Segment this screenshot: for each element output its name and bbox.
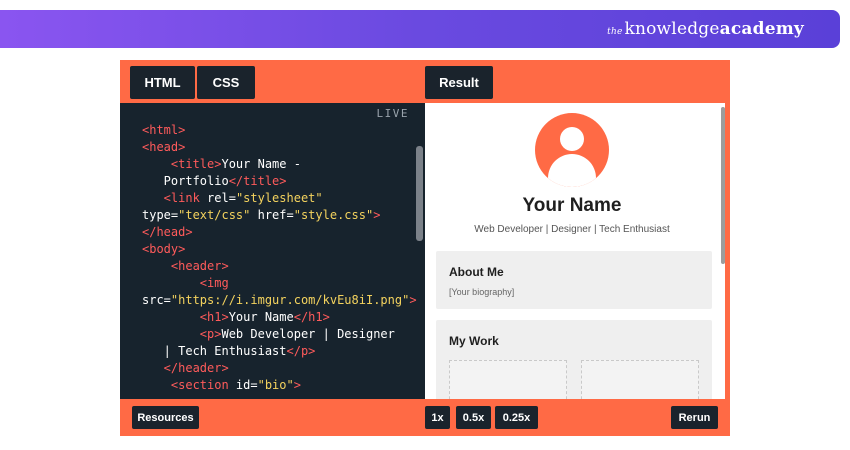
code-token: <section bbox=[142, 378, 236, 392]
code-token: > bbox=[409, 293, 417, 307]
speed-025x-button[interactable]: 0.25x bbox=[495, 406, 538, 429]
code-token: <header> bbox=[142, 259, 229, 273]
code-line: <title>Your Name - bbox=[142, 156, 417, 173]
code-token: > bbox=[293, 378, 301, 392]
brand-banner: the knowledgeacademy bbox=[0, 10, 840, 48]
code-token: "https://i.imgur.com/kvEu8iI.png" bbox=[170, 293, 410, 307]
code-line: <p>Web Developer | Designer bbox=[142, 326, 417, 343]
result-scrollbar[interactable] bbox=[721, 107, 725, 264]
code-token: Portfolio bbox=[142, 174, 229, 188]
code-line: </header> bbox=[142, 360, 417, 377]
code-token: "style.css" bbox=[293, 208, 374, 222]
code-token: src= bbox=[142, 293, 171, 307]
code-line: src="https://i.imgur.com/kvEu8iI.png"> bbox=[142, 292, 417, 309]
about-text: [Your biography] bbox=[449, 287, 515, 297]
about-title: About Me bbox=[449, 265, 504, 279]
brand-academy: academy bbox=[719, 19, 804, 39]
speed-05x-button[interactable]: 0.5x bbox=[456, 406, 491, 429]
code-token: id= bbox=[235, 378, 258, 392]
code-line: <body> bbox=[142, 241, 417, 258]
code-token: > bbox=[373, 208, 381, 222]
tab-css[interactable]: CSS bbox=[197, 66, 255, 99]
code-line: <section id="bio"> bbox=[142, 377, 417, 394]
code-line: <html> bbox=[142, 122, 417, 139]
work-card: My Work bbox=[436, 320, 712, 399]
code-line: <img bbox=[142, 275, 417, 292]
brand-the: the bbox=[607, 27, 623, 37]
code-token: <html> bbox=[142, 123, 186, 137]
code-token: </title> bbox=[228, 174, 287, 188]
code-editor-frame: HTML CSS Result LIVE <html> <head> <title… bbox=[120, 60, 730, 436]
result-subtitle: Web Developer | Designer | Tech Enthusia… bbox=[474, 224, 670, 235]
result-name: Your Name bbox=[522, 195, 622, 216]
code-token: "text/css" bbox=[178, 208, 251, 222]
code-token: </header> bbox=[142, 361, 229, 375]
about-card: About Me [Your biography] bbox=[436, 251, 712, 309]
code-token: </h1> bbox=[293, 310, 330, 324]
code-token: Your Name bbox=[228, 310, 294, 324]
code-line: <header> bbox=[142, 258, 417, 275]
avatar-icon bbox=[535, 113, 609, 187]
brand-logo: the knowledgeacademy bbox=[607, 19, 804, 39]
code-token: "stylesheet" bbox=[235, 191, 323, 205]
rerun-button[interactable]: Rerun bbox=[671, 406, 718, 429]
code-text[interactable]: <html> <head> <title>Your Name - Portfoli… bbox=[142, 122, 417, 394]
code-token: <body> bbox=[142, 242, 186, 256]
code-line: Portfolio</title> bbox=[142, 173, 417, 190]
code-token: Web Developer | Designer bbox=[221, 327, 395, 341]
code-line: <head> bbox=[142, 139, 417, 156]
code-token: <link bbox=[142, 191, 208, 205]
code-token: <img bbox=[142, 276, 229, 290]
code-token: href= bbox=[250, 208, 294, 222]
work-item-placeholder bbox=[581, 360, 699, 399]
code-line: <h1>Your Name</h1> bbox=[142, 309, 417, 326]
brand-knowledge: knowledge bbox=[624, 19, 720, 39]
result-pane: Your Name Web Developer | Designer | Tec… bbox=[425, 103, 725, 399]
code-line: type="text/css" href="style.css"> bbox=[142, 207, 417, 224]
code-token: rel= bbox=[207, 191, 236, 205]
editor-toolbar: HTML CSS Result bbox=[120, 60, 730, 103]
code-token: </head> bbox=[142, 225, 193, 239]
work-item-placeholder bbox=[449, 360, 567, 399]
resources-button[interactable]: Resources bbox=[132, 406, 199, 429]
editor-bottom-bar: Resources 1x 0.5x 0.25x Rerun bbox=[120, 399, 730, 436]
tab-result[interactable]: Result bbox=[425, 66, 493, 99]
code-token: <head> bbox=[142, 140, 186, 154]
tab-html[interactable]: HTML bbox=[130, 66, 195, 99]
speed-1x-button[interactable]: 1x bbox=[425, 406, 450, 429]
code-token: <p> bbox=[142, 327, 222, 341]
code-pane[interactable]: LIVE <html> <head> <title>Your Name - Por… bbox=[120, 103, 425, 399]
code-scrollbar[interactable] bbox=[416, 146, 423, 241]
code-token: <h1> bbox=[142, 310, 229, 324]
work-title: My Work bbox=[449, 334, 499, 348]
code-token: </p> bbox=[286, 344, 316, 358]
code-line: <link rel="stylesheet" bbox=[142, 190, 417, 207]
code-line: | Tech Enthusiast</p> bbox=[142, 343, 417, 360]
code-token: <title> bbox=[142, 157, 222, 171]
code-line: </head> bbox=[142, 224, 417, 241]
code-token: type= bbox=[142, 208, 179, 222]
live-indicator: LIVE bbox=[376, 107, 409, 120]
code-token: | Tech Enthusiast bbox=[142, 344, 287, 358]
code-token: "bio" bbox=[257, 378, 294, 392]
code-token: Your Name - bbox=[221, 157, 301, 171]
